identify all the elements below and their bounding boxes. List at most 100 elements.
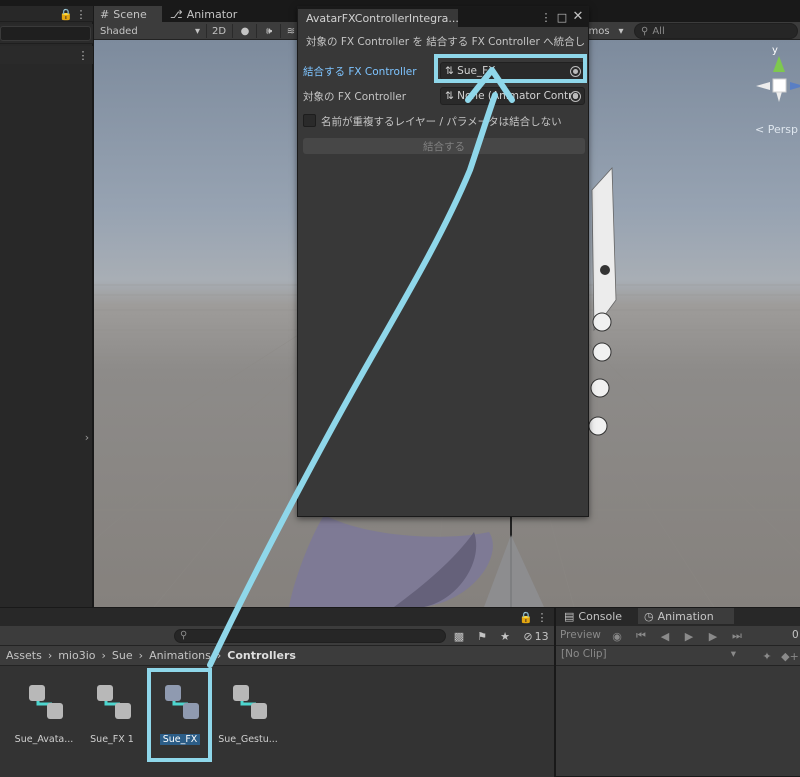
add-event-icon[interactable]: ◆+ [781,649,799,663]
tab-console[interactable]: ▤ Console [558,608,636,624]
tab-animator[interactable]: ⎇ Animator [164,6,244,22]
skip-duplicates-checkbox[interactable] [303,114,316,127]
next-frame-icon[interactable]: ▶ [706,629,720,643]
hierarchy-header: ⋮ [0,46,93,64]
divider [256,24,257,38]
tab-scene[interactable]: # Scene [94,6,162,22]
asset-item[interactable]: Sue_Avata... [10,676,78,756]
dropdown-arrow-icon: ▾ [194,25,200,37]
breadcrumb-item[interactable]: Assets [6,649,42,662]
2d-toggle[interactable]: 2D [208,23,230,39]
gizmo-y-label: y [772,45,778,56]
clip-dropdown[interactable]: [No Clip] ▾ [558,648,740,663]
tab-animator-label: Animator [186,7,238,21]
asset-name: Sue_Gestu... [218,734,278,745]
kebab-icon[interactable]: ⋮ [75,7,87,21]
animation-toolbar: Preview ◉ ⏮ ◀ ▶ ▶ ⏭ 0 [556,626,800,646]
chevron-right-icon: › [101,649,106,662]
object-picker-icon[interactable] [570,66,581,77]
last-frame-icon[interactable]: ⏭ [730,629,744,643]
chevron-right-icon: › [47,649,53,662]
kebab-icon[interactable]: ⋮ [537,610,548,624]
play-icon[interactable]: ▶ [682,629,696,643]
dropdown-arrow-icon: ▾ [730,648,736,660]
asset-item[interactable]: Sue_FX 1 [78,676,146,756]
breadcrumb-item[interactable]: Sue [112,649,133,662]
grid-icon: # [100,7,110,21]
project-tabbar: 🔒 ⋮ [0,608,554,626]
animator-icon: ⎇ [170,7,183,21]
kebab-icon[interactable]: ⋮ [78,48,89,62]
lighting-icon[interactable]: ● [236,23,254,39]
search-icon: ⚲ [180,630,188,641]
hidden-packages-toggle[interactable]: ⊘ 13 [520,629,552,643]
effects-icon[interactable]: ≋ [284,23,298,39]
camera-mode-label[interactable]: < Persp [755,123,798,136]
2d-label: 2D [211,25,227,37]
breadcrumb-item[interactable]: Animations [149,649,211,662]
favorite-icon[interactable]: ★ [497,629,513,643]
source-controller-label: 結合する FX Controller [303,66,417,78]
clip-row: [No Clip] ▾ ✦ ◆+ [556,646,800,666]
tab-animation[interactable]: ◷ Animation [638,608,734,624]
clock-icon: ◷ [644,609,654,623]
chevron-right-icon[interactable]: › [82,430,92,444]
breadcrumb-current[interactable]: Controllers [227,649,296,662]
source-controller-row: 結合する FX Controller ⇅ Sue_FX [303,62,585,80]
orientation-gizmo[interactable]: y [748,44,800,114]
gizmos-label: mos [588,25,610,37]
project-panel: 🔒 ⋮ ⚲ ▩ ⚑ ★ ⊘ 13 Assets › mio3io › Sue ›… [0,607,554,777]
label-filter-icon[interactable]: ⚑ [474,629,490,643]
chevron-right-icon: › [138,649,144,662]
target-controller-field[interactable]: ⇅ None (Animator Contro [440,87,585,105]
asset-name: Sue_FX 1 [90,734,134,745]
merge-button[interactable]: 結合する [303,138,585,154]
lock-icon[interactable]: 🔒 [59,7,73,21]
gizmos-dropdown[interactable]: mos [586,23,612,39]
project-toolbar: ⚲ ▩ ⚑ ★ ⊘ 13 [0,626,554,646]
animator-controller-icon [29,685,63,719]
tab-console-label: Console [578,609,623,623]
skip-duplicates-row: 名前が重複するレイヤー / パラメータは結合しない [303,112,585,130]
avatar-model [289,510,544,607]
fx-window-title[interactable]: AvatarFXControllerIntegra... [298,9,458,27]
frame-field[interactable]: 0 [792,629,799,641]
animator-controller-icon [233,685,267,719]
kebab-icon[interactable]: ⋮ [541,10,552,24]
close-icon[interactable]: ✕ [572,9,584,24]
asset-item[interactable]: Sue_Gestu... [214,676,282,756]
console-icon: ▤ [564,609,575,623]
project-search-input[interactable]: ⚲ [174,629,446,643]
console-animation-panel: ▤ Console ◷ Animation Preview ◉ ⏮ ◀ ▶ ▶ … [555,607,800,776]
source-controller-value: Sue_FX [457,65,496,77]
target-controller-value: None (Animator Contro [457,90,579,102]
hierarchy-tabbar: 🔒 ⋮ [0,6,93,22]
lock-icon[interactable]: 🔒 [519,610,533,624]
breadcrumb: Assets › mio3io › Sue › Animations › Con… [0,646,554,666]
hierarchy-panel: 🔒 ⋮ ⋮ › [0,6,93,607]
breadcrumb-item[interactable]: mio3io [58,649,95,662]
search-icon: ⚲ [641,25,649,37]
scene-search-input[interactable]: ⚲ All [634,23,798,39]
source-controller-field[interactable]: ⇅ Sue_FX [440,62,585,80]
tab-scene-label: Scene [113,7,147,21]
prev-frame-icon[interactable]: ◀ [658,629,672,643]
object-picker-icon[interactable] [570,91,581,102]
maximize-icon[interactable]: □ [556,10,568,24]
controller-icon: ⇅ [445,65,454,77]
record-icon[interactable]: ◉ [610,629,624,643]
preview-toggle[interactable]: Preview [560,629,601,641]
asset-name: Sue_FX [159,734,201,745]
asset-type-filter-icon[interactable]: ▩ [451,629,467,643]
asset-item-selected[interactable]: Sue_FX [146,676,214,756]
hierarchy-search-input[interactable] [0,26,91,41]
gizmos-arrow-icon[interactable]: ▾ [614,23,628,39]
avatar-fx-controller-window: AvatarFXControllerIntegra... ⋮ □ ✕ 対象の F… [297,6,589,517]
shading-dropdown[interactable]: Shaded ▾ [96,23,204,39]
hidden-count: 13 [534,629,549,643]
audio-icon[interactable]: 🕪 [260,23,278,39]
target-controller-row: 対象の FX Controller ⇅ None (Animator Contr… [303,87,585,105]
divider [232,24,233,38]
add-keyframe-icon[interactable]: ✦ [760,649,774,663]
first-frame-icon[interactable]: ⏮ [634,629,648,643]
